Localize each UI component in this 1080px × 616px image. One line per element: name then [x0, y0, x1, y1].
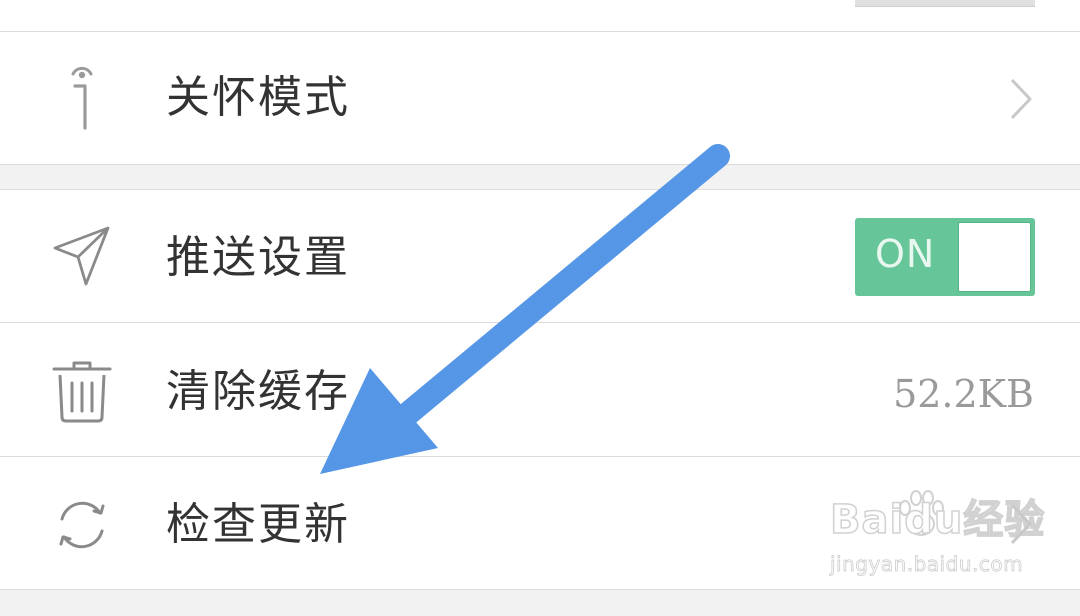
settings-row-label: 关怀模式 [166, 72, 350, 123]
trash-icon [52, 361, 112, 423]
accessibility-icon [71, 66, 93, 130]
toggle-state-text: ON [875, 232, 936, 276]
settings-row-care-mode[interactable]: 关怀模式 [0, 32, 1080, 164]
partial-toggle-top[interactable] [855, 0, 1035, 7]
watermark: Baidu经验 jingyan.baidu.com [829, 486, 1050, 596]
cache-size-value: 52.2KB [893, 372, 1034, 416]
section-gap [0, 165, 1080, 189]
settings-row-label: 检查更新 [166, 499, 350, 550]
settings-row-label: 清除缓存 [166, 366, 350, 417]
chevron-right-icon [1010, 78, 1032, 120]
settings-row-label: 推送设置 [166, 232, 350, 283]
push-toggle[interactable]: ON [855, 218, 1035, 296]
send-icon [53, 226, 110, 286]
watermark-logo: Baidu经验 [829, 497, 1046, 543]
watermark-url: jingyan.baidu.com [830, 552, 1024, 576]
settings-screen: 关怀模式 推送设置 ON 清除缓存 52.2KB 检查更新 Baidu经验 ji… [0, 0, 1080, 616]
toggle-knob[interactable] [958, 222, 1031, 292]
settings-row-clear-cache[interactable]: 清除缓存 52.2KB [0, 323, 1080, 456]
refresh-icon [59, 501, 105, 549]
